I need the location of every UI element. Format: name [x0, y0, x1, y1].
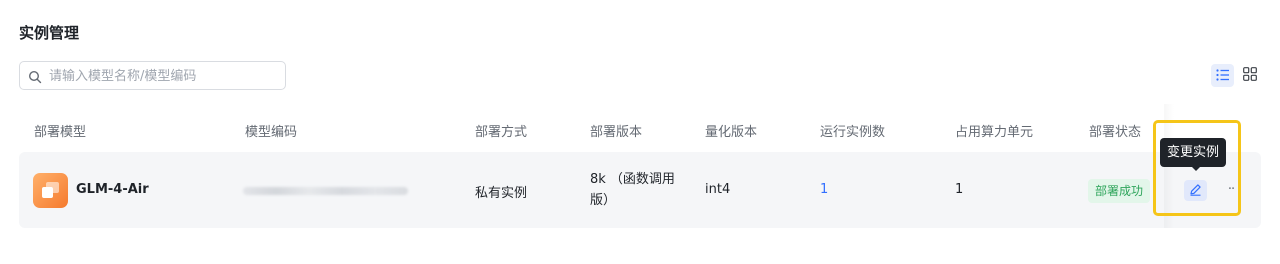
- search-box[interactable]: [19, 61, 286, 90]
- edit-instance-button[interactable]: [1184, 180, 1207, 201]
- list-view-toggle[interactable]: [1211, 64, 1234, 87]
- column-header-deploy-version: 部署版本: [590, 125, 643, 140]
- page-title: 实例管理: [19, 24, 80, 42]
- column-header-status: 部署状态: [1089, 125, 1142, 140]
- grid-view-icon: [1243, 66, 1257, 85]
- list-view-icon: [1215, 66, 1230, 85]
- model-code-redacted: [243, 187, 408, 195]
- grid-view-toggle[interactable]: [1240, 64, 1260, 87]
- edit-pencil-icon: [1189, 181, 1202, 200]
- tooltip-arrow: [1191, 166, 1201, 171]
- compute-units-cell: 1: [955, 182, 964, 197]
- status-badge: 部署成功: [1088, 179, 1151, 203]
- column-header-compute-units: 占用算力单元: [955, 125, 1034, 140]
- more-actions-button[interactable]: ··: [1224, 181, 1238, 199]
- column-header-running-instances: 运行实例数: [820, 125, 886, 140]
- model-logo-icon: [33, 173, 68, 208]
- model-name: GLM-4-Air: [76, 182, 149, 197]
- column-header-model-code: 模型编码: [245, 125, 298, 140]
- column-header-deploy-method: 部署方式: [475, 125, 528, 140]
- search-input[interactable]: [49, 66, 279, 86]
- deploy-method-cell: 私有实例: [475, 186, 528, 201]
- quantization-cell: int4: [705, 182, 731, 197]
- search-icon: [28, 69, 42, 84]
- column-header-deploy-model: 部署模型: [34, 125, 87, 140]
- edit-tooltip: 变更实例: [1160, 138, 1227, 167]
- running-instances-link[interactable]: 1: [820, 182, 828, 197]
- column-header-quantization: 量化版本: [705, 125, 758, 140]
- deploy-version-cell: 8k （函数调用版）: [590, 172, 675, 208]
